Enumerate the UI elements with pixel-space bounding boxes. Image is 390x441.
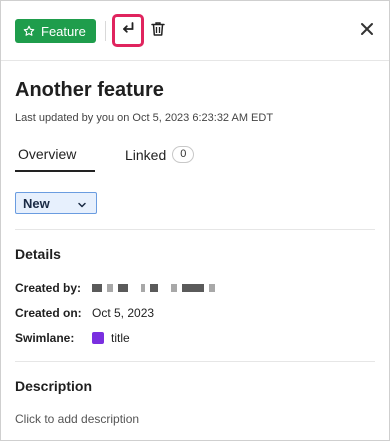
swimlane-color-swatch bbox=[92, 332, 104, 344]
item-title[interactable]: Another feature bbox=[15, 79, 164, 102]
section-divider bbox=[15, 361, 375, 362]
panel-toolbar: Feature bbox=[1, 1, 389, 61]
close-icon bbox=[360, 22, 374, 41]
redacted-name bbox=[92, 284, 102, 292]
created-on-value: Oct 5, 2023 bbox=[92, 306, 155, 320]
redacted-name bbox=[141, 284, 145, 292]
item-type-label: Feature bbox=[41, 23, 86, 39]
trash-icon bbox=[151, 21, 165, 42]
description-heading: Description bbox=[15, 378, 93, 394]
redacted-name bbox=[209, 284, 215, 292]
swimlane-value[interactable]: title bbox=[92, 331, 130, 345]
redacted-name bbox=[118, 284, 128, 292]
convert-button[interactable] bbox=[112, 14, 144, 47]
details-heading: Details bbox=[15, 246, 61, 262]
item-type-button[interactable]: Feature bbox=[15, 19, 96, 43]
redacted-name bbox=[107, 284, 113, 292]
section-divider bbox=[15, 229, 375, 230]
delete-button[interactable] bbox=[149, 21, 167, 41]
last-updated-text: Last updated by you on Oct 5, 2023 6:23:… bbox=[15, 112, 274, 124]
description-field[interactable]: Click to add description bbox=[15, 412, 139, 426]
detail-tabs: Overview Linked 0 bbox=[15, 146, 375, 172]
redacted-name bbox=[182, 284, 204, 292]
created-by-label: Created by: bbox=[15, 281, 82, 295]
swimlane-name: title bbox=[111, 331, 130, 345]
redacted-name bbox=[150, 284, 158, 292]
created-by-value bbox=[92, 284, 215, 292]
close-button[interactable] bbox=[357, 21, 377, 41]
toolbar-separator bbox=[105, 21, 106, 41]
active-tab-indicator bbox=[15, 170, 95, 172]
status-value: New bbox=[23, 195, 50, 211]
redacted-name bbox=[171, 284, 177, 292]
star-outline-icon bbox=[23, 25, 35, 37]
tab-linked-label: Linked bbox=[125, 146, 167, 163]
tab-overview[interactable]: Overview bbox=[18, 146, 76, 162]
feature-detail-panel: Feature Another feature Last updated by … bbox=[0, 0, 390, 441]
chevron-down-icon bbox=[77, 198, 87, 213]
status-dropdown[interactable]: New bbox=[15, 192, 97, 214]
swimlane-label: Swimlane: bbox=[15, 331, 75, 345]
linked-count-badge: 0 bbox=[172, 146, 195, 163]
created-on-label: Created on: bbox=[15, 306, 82, 320]
tab-linked[interactable]: Linked 0 bbox=[125, 146, 195, 163]
return-arrow-icon bbox=[120, 20, 136, 41]
